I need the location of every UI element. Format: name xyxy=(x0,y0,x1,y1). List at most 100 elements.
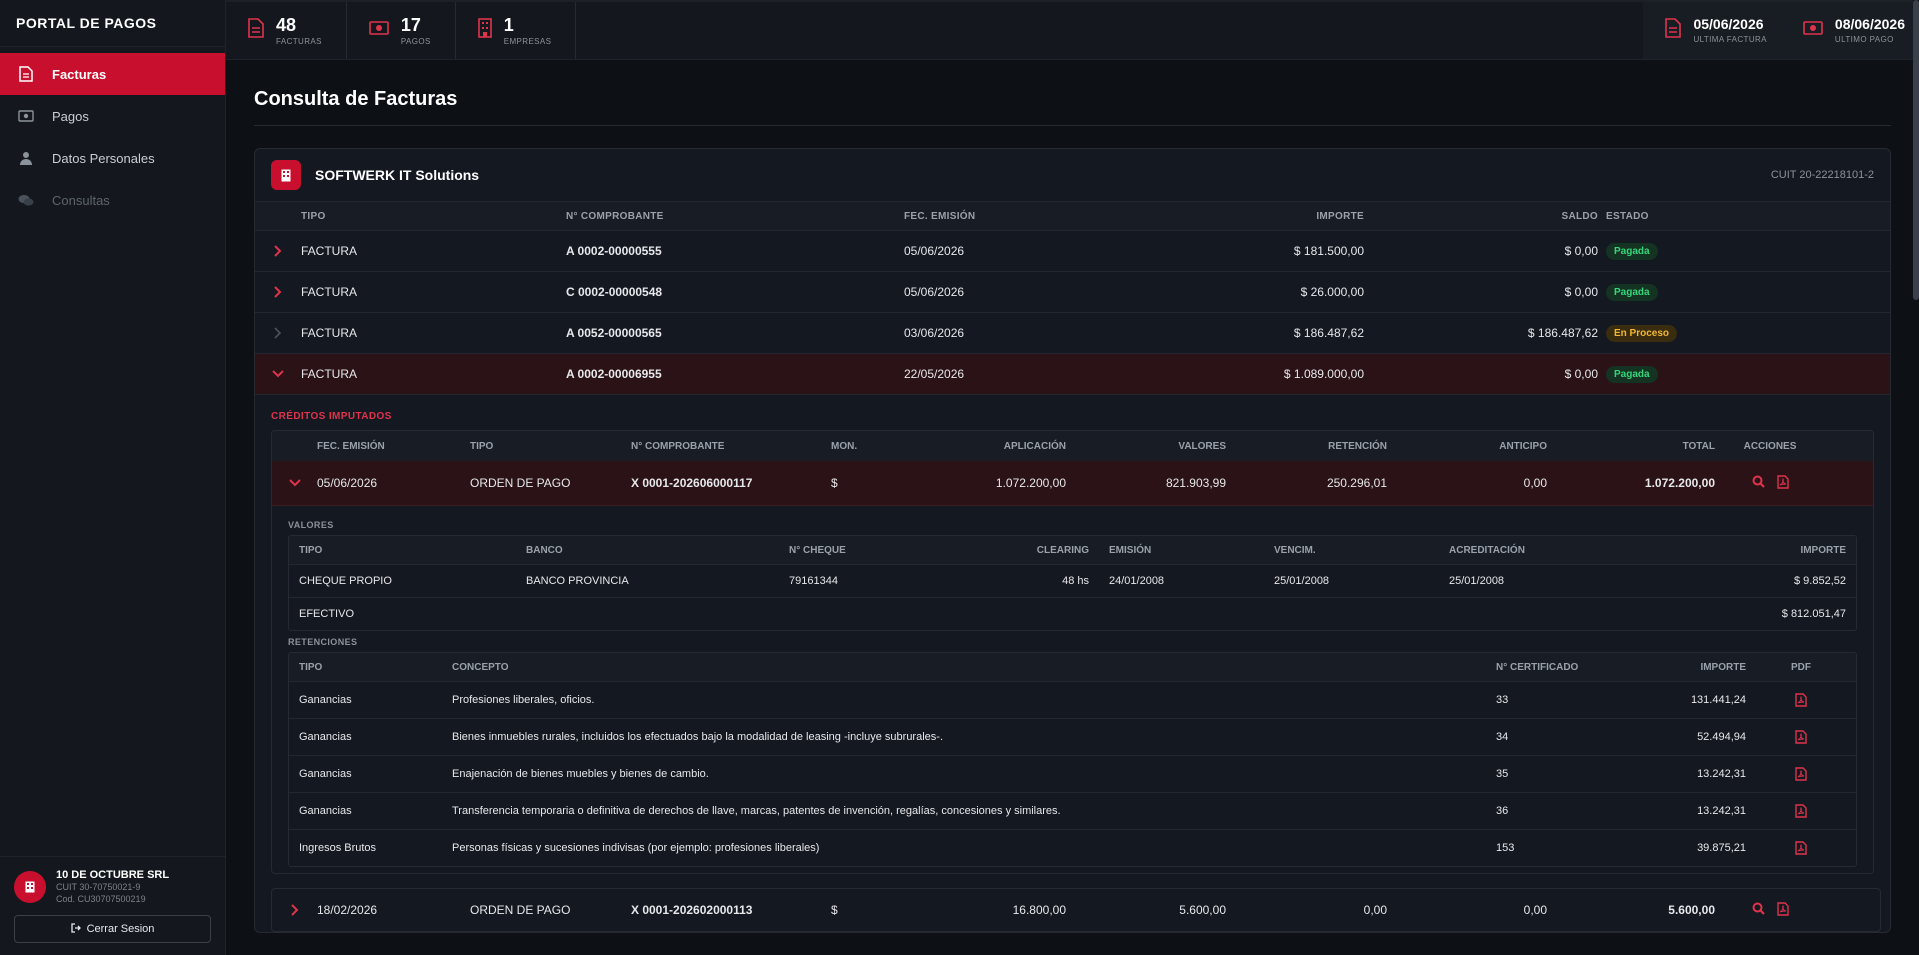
cell-fecha: 18/02/2026 xyxy=(317,903,378,917)
cell-certificado: 153 xyxy=(1496,842,1515,854)
file-icon xyxy=(1665,18,1682,43)
user-name: 10 DE OCTUBRE SRL xyxy=(56,869,170,881)
table-row[interactable]: FACTURA C 0002-00000548 05/06/2026 $ 26.… xyxy=(255,272,1890,313)
cell-total: 1.072.200,00 xyxy=(1644,476,1715,490)
cell-concepto: Bienes inmuebles rurales, incluidos los … xyxy=(452,731,943,743)
table-row[interactable]: FACTURA A 0002-00000555 05/06/2026 $ 181… xyxy=(255,231,1890,272)
stat-label: EMPRESAS xyxy=(503,36,552,46)
cell-valores: 821.903,99 xyxy=(1165,476,1226,490)
credits-title: CRÉDITOS IMPUTADOS xyxy=(271,411,392,422)
sidebar-item-datos-personales[interactable]: Datos Personales xyxy=(0,137,225,179)
cell-importe: 39.875,21 xyxy=(1697,842,1746,854)
cell-moneda: $ xyxy=(831,476,838,490)
cell-fecha: 05/06/2026 xyxy=(317,476,378,490)
scrollbar[interactable] xyxy=(1913,0,1919,955)
cell-tipo: ORDEN DE PAGO xyxy=(470,476,571,490)
stat-pagos: 17 PAGOS xyxy=(347,2,456,59)
cell-certificado: 35 xyxy=(1496,768,1509,780)
pdf-icon[interactable] xyxy=(1776,474,1789,492)
status-badge: Pagada xyxy=(1606,242,1658,260)
sidebar-item-pagos[interactable]: Pagos xyxy=(0,95,225,137)
cell-moneda: $ xyxy=(831,903,838,917)
stat-ultimo-pago: 08/06/2026 ULTIMO PAGO xyxy=(1781,2,1919,59)
cell-importe: $ 186.487,62 xyxy=(1293,326,1364,340)
col-vencimiento: VENCIM. xyxy=(1274,544,1316,556)
cell-concepto: Personas físicas y sucesiones indivisas … xyxy=(452,842,820,854)
logout-button[interactable]: Cerrar Sesion xyxy=(14,915,211,943)
pdf-icon[interactable] xyxy=(1746,767,1856,781)
cell-certificado: 33 xyxy=(1496,694,1509,706)
cell-tipo: FACTURA xyxy=(301,285,358,299)
cell-importe: $ 26.000,00 xyxy=(1300,285,1364,299)
company-header: SOFTWERK IT Solutions CUIT 20-22218101-2 xyxy=(255,149,1890,201)
cell-comprobante: A 0052-00000565 xyxy=(566,326,662,340)
chevron-down-icon[interactable] xyxy=(255,370,301,378)
retencion-row: Ganancias Bienes inmuebles rurales, incl… xyxy=(289,718,1856,755)
col-aplicacion: APLICACIÓN xyxy=(1003,440,1066,452)
cell-banco: BANCO PROVINCIA xyxy=(526,575,629,587)
cell-saldo: $ 0,00 xyxy=(1564,367,1598,381)
cell-fecha: 05/06/2026 xyxy=(904,244,965,258)
scrollbar-thumb[interactable] xyxy=(1913,0,1919,300)
col-tipo: TIPO xyxy=(301,210,326,222)
retencion-row: Ganancias Profesiones liberales, oficios… xyxy=(289,681,1856,718)
cell-anticipo: 0,00 xyxy=(1523,903,1547,917)
cell-saldo: $ 186.487,62 xyxy=(1527,326,1598,340)
pdf-icon[interactable] xyxy=(1776,901,1789,919)
chevron-down-icon[interactable] xyxy=(272,479,317,487)
cell-fecha: 03/06/2026 xyxy=(904,326,965,340)
cell-tipo: Ganancias xyxy=(299,805,352,817)
cell-importe: $ 1.089.000,00 xyxy=(1283,367,1364,381)
logout-label: Cerrar Sesion xyxy=(86,923,155,935)
pdf-icon[interactable] xyxy=(1746,804,1856,818)
cell-clearing: 48 hs xyxy=(1062,575,1089,587)
search-icon[interactable] xyxy=(1752,902,1765,919)
cell-cheque: 79161344 xyxy=(789,575,838,587)
chevron-right-icon[interactable] xyxy=(272,904,317,916)
company-cuit: CUIT 20-22218101-2 xyxy=(1770,169,1874,181)
sidebar-item-consultas[interactable]: Consultas xyxy=(0,179,225,221)
col-banco: BANCO xyxy=(526,544,563,556)
cell-concepto: Profesiones liberales, oficios. xyxy=(452,694,595,706)
sidebar-item-label: Consultas xyxy=(52,192,110,208)
file-icon xyxy=(18,66,34,82)
cell-total: 5.600,00 xyxy=(1668,903,1715,917)
content: Consulta de Facturas SOFTWERK IT Solutio… xyxy=(226,60,1919,955)
credit-row[interactable]: 18/02/2026 ORDEN DE PAGO X 0001-20260200… xyxy=(271,888,1881,932)
cell-tipo: FACTURA xyxy=(301,244,358,258)
col-fecha: FEC. EMISIÓN xyxy=(904,210,976,222)
logout-icon xyxy=(70,922,81,936)
stat-empresas: 1 EMPRESAS xyxy=(456,2,577,59)
cell-retencion: 250.296,01 xyxy=(1326,476,1387,490)
chevron-right-icon[interactable] xyxy=(255,327,301,339)
cell-saldo: $ 0,00 xyxy=(1564,285,1598,299)
chevron-right-icon[interactable] xyxy=(255,286,301,298)
cell-importe: 52.494,94 xyxy=(1697,731,1746,743)
table-row[interactable]: FACTURA A 0002-00006955 22/05/2026 $ 1.0… xyxy=(255,354,1890,395)
cell-concepto: Transferencia temporaria o definitiva de… xyxy=(452,805,1061,817)
table-row[interactable]: FACTURA A 0052-00000565 03/06/2026 $ 186… xyxy=(255,313,1890,354)
stat-label: FACTURAS xyxy=(276,36,322,46)
col-importe: IMPORTE xyxy=(1800,544,1846,556)
col-concepto: CONCEPTO xyxy=(452,661,509,673)
chevron-right-icon[interactable] xyxy=(255,245,301,257)
cell-tipo: FACTURA xyxy=(301,367,358,381)
pdf-icon[interactable] xyxy=(1746,730,1856,744)
valor-row: EFECTIVO $ 812.051,47 xyxy=(289,597,1856,630)
pdf-icon[interactable] xyxy=(1746,693,1856,707)
stat-value: 1 xyxy=(503,14,514,35)
cell-tipo: FACTURA xyxy=(301,326,358,340)
credit-row[interactable]: 05/06/2026 ORDEN DE PAGO X 0001-20260600… xyxy=(272,461,1873,506)
cell-importe: $ 181.500,00 xyxy=(1293,244,1364,258)
cell-comprobante: A 0002-00000555 xyxy=(566,244,662,258)
status-badge: Pagada xyxy=(1606,365,1658,383)
sidebar-item-facturas[interactable]: Facturas xyxy=(0,53,225,95)
retencion-row: Ganancias Enajenación de bienes muebles … xyxy=(289,755,1856,792)
cell-acreditacion: 25/01/2008 xyxy=(1449,575,1505,587)
cell-tipo: CHEQUE PROPIO xyxy=(299,575,392,587)
cell-certificado: 34 xyxy=(1496,731,1509,743)
col-saldo: SALDO xyxy=(1561,210,1598,222)
search-icon[interactable] xyxy=(1752,475,1765,492)
pdf-icon[interactable] xyxy=(1746,841,1856,855)
stat-value: 08/06/2026 xyxy=(1834,16,1905,32)
